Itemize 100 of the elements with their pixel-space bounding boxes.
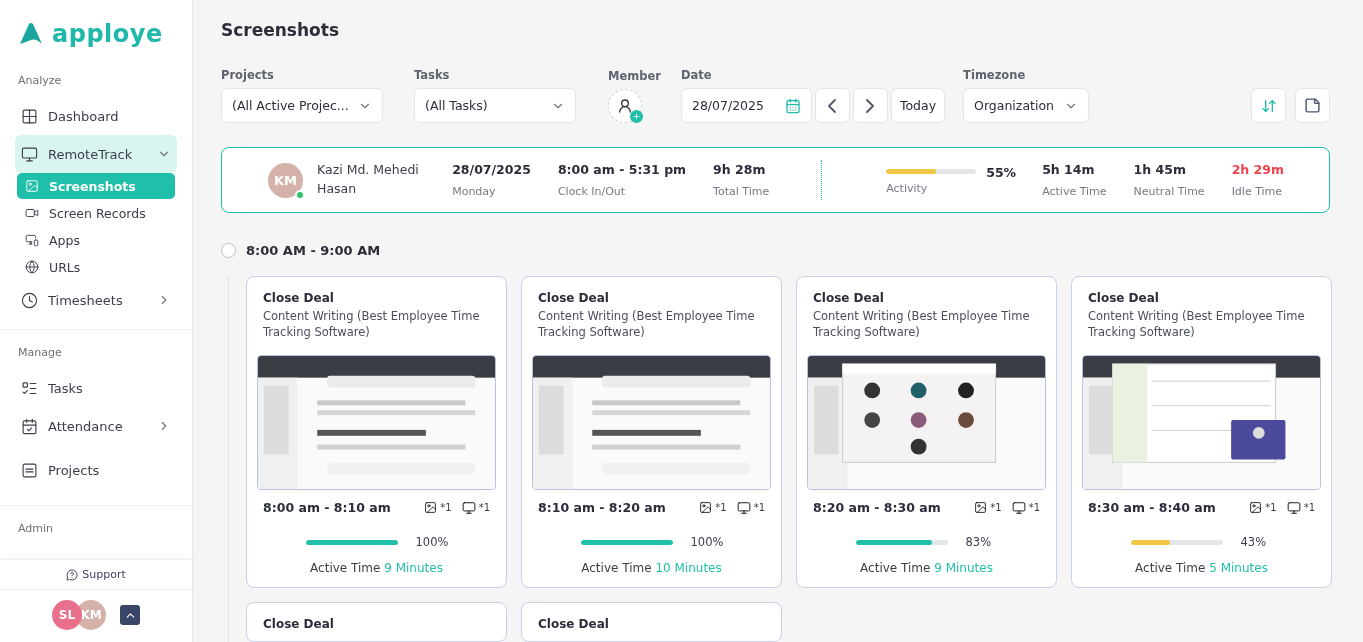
monitor-icon xyxy=(736,500,751,515)
previous-button[interactable] xyxy=(814,88,850,123)
avatar: KM xyxy=(268,162,303,198)
stat-label: Activity xyxy=(886,182,929,195)
next-button[interactable] xyxy=(852,88,888,123)
nav-icon xyxy=(21,461,38,479)
monitor-icon xyxy=(461,500,476,515)
image-icon xyxy=(699,501,713,514)
member-name: Kazi Md. Mehedi Hasan xyxy=(317,161,420,198)
task-name: Close Deal xyxy=(812,291,885,305)
activity-percent: 100% xyxy=(415,535,448,549)
nav-item[interactable]: Attendance xyxy=(15,407,177,445)
image-icon xyxy=(424,501,438,514)
expand-button[interactable] xyxy=(120,605,140,625)
stat-label: Total Time xyxy=(713,185,770,198)
screen-count: *1 xyxy=(753,502,765,513)
section-title: Analyze xyxy=(17,73,63,89)
filter-label: Projects xyxy=(221,68,275,82)
activity-percent: 43% xyxy=(1240,535,1268,549)
project-name: Content Writing (Best Employee Time Tracking Software) xyxy=(262,308,481,342)
page-title: Screenshots xyxy=(221,20,340,40)
filter-label: Timezone xyxy=(963,68,1027,82)
stat-value: 9h 28m xyxy=(713,162,767,177)
nav-icon xyxy=(21,417,38,435)
nav-item[interactable]: RemoteTrack xyxy=(15,135,177,173)
filter-label: Date xyxy=(680,68,713,82)
nav-icon xyxy=(25,233,39,247)
filter-label: Tasks xyxy=(414,68,451,82)
active-time: Active Time 9 Minutes xyxy=(859,561,994,575)
nav-icon xyxy=(25,260,39,274)
today-button[interactable]: Today xyxy=(890,88,946,123)
stat-label: Active Time xyxy=(1042,185,1107,198)
image-count: *1 xyxy=(715,502,727,513)
time-range: 8:20 am - 8:30 am xyxy=(813,500,942,515)
nav-subitem[interactable]: Screen Records xyxy=(17,200,175,226)
project-name: Content Writing (Best Employee Time Tracking Software) xyxy=(1087,308,1306,342)
avatar: SL xyxy=(52,600,82,630)
activity-percent: 100% xyxy=(690,535,723,549)
support-link[interactable]: Support xyxy=(0,559,192,589)
stat-value: 28/07/2025 xyxy=(452,162,531,177)
nav-item[interactable]: Timesheets xyxy=(15,281,177,319)
task-name: Close Deal xyxy=(1087,291,1160,305)
nav-item[interactable]: Projects xyxy=(15,445,177,495)
add-member-button[interactable] xyxy=(608,89,642,123)
tasks-dropdown[interactable]: (All Tasks) xyxy=(414,88,576,123)
nav-item[interactable]: Dashboard xyxy=(15,97,177,135)
nav-icon xyxy=(21,379,38,397)
section-title: Manage xyxy=(17,345,63,361)
screen-count: *1 xyxy=(1028,502,1040,513)
image-count: *1 xyxy=(990,502,1002,513)
screen-count: *1 xyxy=(1303,502,1315,513)
image-count: *1 xyxy=(440,502,452,513)
slot-title: 8:00 AM - 9:00 AM xyxy=(246,243,381,258)
image-count: *1 xyxy=(1265,502,1277,513)
project-name: Content Writing (Best Employee Time Tracking Software) xyxy=(812,308,1031,342)
chevron-left-icon xyxy=(828,98,837,113)
task-name: Close Deal xyxy=(537,617,610,631)
plus-icon xyxy=(630,110,643,123)
monitor-icon xyxy=(1286,500,1301,515)
chevron-right-icon xyxy=(866,98,875,113)
active-time: Active Time 9 Minutes xyxy=(309,561,444,575)
date-field[interactable]: 28/07/2025 xyxy=(680,88,812,123)
nav-icon xyxy=(21,145,38,163)
time-range: 8:00 am - 8:10 am xyxy=(263,500,392,515)
nav-icon xyxy=(25,206,39,220)
image-icon xyxy=(974,501,988,514)
stat-value: 2h 29m xyxy=(1231,162,1284,177)
stat-value: 5h 14m xyxy=(1042,162,1096,177)
nav-icon xyxy=(21,107,38,125)
calendar-icon xyxy=(784,97,801,114)
task-name: Close Deal xyxy=(262,617,335,631)
projects-dropdown[interactable]: (All Active Projec... xyxy=(221,88,383,123)
user-icon xyxy=(617,98,633,114)
sort-icon xyxy=(1260,97,1277,114)
help-icon xyxy=(66,568,79,581)
timezone-dropdown[interactable]: Organization xyxy=(963,88,1090,123)
stat-value: 1h 45m xyxy=(1133,162,1187,177)
activity-percent: 83% xyxy=(965,535,993,549)
nav-subitem[interactable]: Apps xyxy=(17,227,175,253)
filter-label: Member xyxy=(608,69,661,83)
nav-subitem[interactable]: URLs xyxy=(17,254,175,280)
active-time: Active Time 5 Minutes xyxy=(1134,561,1269,575)
image-icon xyxy=(1249,501,1263,514)
slot-radio[interactable] xyxy=(221,243,236,258)
stat-value: 8:00 am - 5:31 pm xyxy=(557,162,687,177)
screen-count: *1 xyxy=(478,502,490,513)
stat-label: Neutral Time xyxy=(1133,185,1205,198)
notes-button[interactable] xyxy=(1295,88,1330,123)
stat-label: Monday xyxy=(452,185,497,198)
logo: apploye xyxy=(52,20,163,48)
task-name: Close Deal xyxy=(262,291,335,305)
task-name: Close Deal xyxy=(537,291,610,305)
logo-icon xyxy=(18,22,44,46)
section-title: Admin xyxy=(17,521,55,537)
note-icon xyxy=(1304,97,1321,114)
monitor-icon xyxy=(1011,500,1026,515)
nav-item[interactable]: Tasks xyxy=(15,369,177,407)
project-name: Content Writing (Best Employee Time Tracking Software) xyxy=(537,308,756,342)
time-range: 8:30 am - 8:40 am xyxy=(1088,500,1217,515)
active-time: Active Time 10 Minutes xyxy=(580,561,723,575)
